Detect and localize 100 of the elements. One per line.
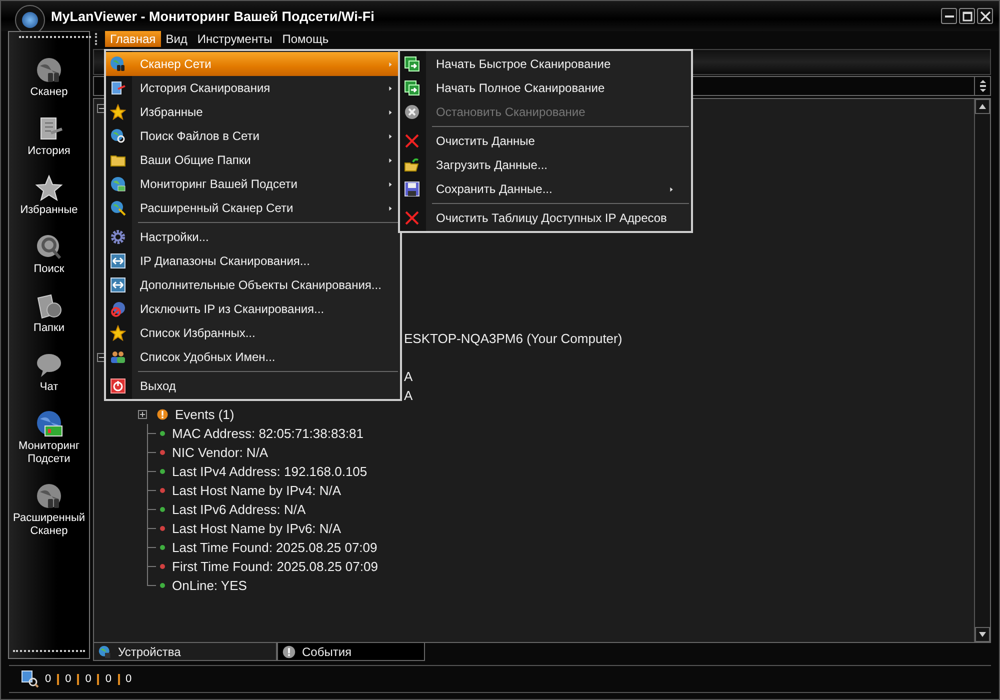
folder-arrow-icon — [404, 157, 420, 173]
menu-item[interactable]: Начать Полное Сканирование — [400, 76, 691, 100]
menu-item[interactable]: Избранные — [106, 100, 400, 124]
sidebar-item-label[interactable]: Папки — [34, 322, 64, 335]
menu-item[interactable]: Список Удобных Имен... — [106, 345, 400, 369]
caret-down-icon — [979, 632, 986, 637]
menu-item[interactable]: Настройки... — [106, 225, 400, 249]
cross-icon — [404, 210, 420, 226]
tree-item-label[interactable]: Events (1) — [175, 407, 234, 422]
submenu-arrow-icon — [387, 84, 394, 92]
menu-item[interactable]: Загрузить Данные... — [400, 153, 691, 177]
submenu-arrow-icon — [387, 108, 394, 116]
people-icon — [110, 349, 126, 365]
globe-binoculars-icon — [110, 56, 126, 72]
close-icon — [980, 10, 990, 22]
scan-arrow-icon — [404, 80, 420, 96]
sidebar-item-label[interactable]: Поиск — [34, 263, 64, 276]
property-text: OnLine: YES — [172, 578, 247, 593]
gear-icon — [110, 229, 126, 245]
globe-network-card-icon[interactable] — [35, 410, 63, 438]
globe-icon — [110, 176, 126, 192]
star-icon — [110, 325, 126, 341]
menu-item[interactable]: Поиск Файлов в Сети — [106, 124, 400, 148]
document-icon — [110, 80, 126, 96]
menu-item[interactable]: Расширенный Сканер Сети — [106, 196, 400, 220]
menu-item[interactable]: Очистить Данные — [400, 129, 691, 153]
window-title: MyLanViewer - Мониторинг Вашей Подсети/Wi-Fi — [51, 8, 374, 24]
submenu-arrow-icon — [387, 60, 394, 68]
submenu-arrow-icon — [387, 204, 394, 212]
counter-value: 0 — [105, 673, 112, 685]
grip-handle-icon[interactable] — [95, 33, 99, 45]
sidebar-item-label[interactable]: Чат — [40, 381, 58, 394]
counter-value: 0 — [65, 673, 72, 685]
property-text: Last Host Name by IPv4: N/A — [172, 483, 342, 498]
tab[interactable]: События — [277, 643, 425, 661]
sidebar-item-label[interactable]: Избранные — [20, 204, 78, 217]
counter-value: 0 — [85, 673, 92, 685]
star-icon — [110, 104, 126, 120]
globe-magnifier-icon[interactable] — [35, 233, 63, 261]
scroll-down-button[interactable] — [975, 627, 990, 642]
menu-item[interactable]: IP Диапазоны Сканирования... — [106, 249, 400, 273]
submenu-arrow-icon — [387, 156, 394, 164]
menu-item[interactable]: Дополнительные Объекты Сканирования... — [106, 273, 400, 297]
computer-search-icon — [21, 670, 39, 688]
menu-bar-item[interactable]: Помощь — [277, 31, 334, 47]
minimize-icon — [944, 14, 954, 18]
property-text: Last IPv6 Address: N/A — [172, 502, 306, 517]
maximize-icon — [962, 10, 972, 22]
menu-item[interactable]: Мониторинг Вашей Подсети — [106, 172, 400, 196]
menu-item[interactable]: Список Избранных... — [106, 321, 400, 345]
tree-item-label[interactable]: ESKTOP-NQA3PM6 (Your Computer) — [404, 331, 622, 346]
tree-item-label[interactable]: A — [404, 388, 413, 403]
menu-item[interactable]: Очистить Таблицу Доступных IP Адресов — [400, 206, 691, 230]
exclamation-icon — [282, 644, 296, 658]
power-icon — [110, 378, 126, 394]
maximize-button[interactable] — [959, 8, 975, 24]
submenu-arrow-icon — [387, 180, 394, 188]
counter-value: 0 — [126, 673, 132, 685]
menu-item[interactable]: Сохранить Данные... — [400, 177, 691, 201]
sidebar-item-label[interactable]: Мониторинг Подсети — [9, 440, 89, 466]
tree-item-label[interactable]: A — [404, 369, 413, 384]
speech-bubble-icon[interactable] — [35, 351, 63, 379]
globe-magnifier-icon — [110, 128, 126, 144]
sidebar-item-label[interactable]: История — [28, 145, 70, 158]
counter-value: 0 — [45, 673, 52, 685]
menu-item[interactable]: История Сканирования — [106, 76, 400, 100]
submenu-arrow-icon — [387, 132, 394, 140]
cross-icon — [404, 133, 420, 149]
submenu-arrow-icon — [668, 186, 675, 192]
scan-arrow-icon — [404, 56, 420, 72]
globe-icon[interactable] — [35, 482, 63, 510]
sidebar-item-label[interactable]: Расширенный Сканер — [9, 512, 89, 538]
menu-item[interactable]: Ваши Общие Папки — [106, 148, 400, 172]
caret-up-icon — [979, 104, 986, 109]
close-button[interactable] — [977, 8, 993, 24]
globe-icon[interactable] — [35, 56, 63, 84]
menu-item[interactable]: Исключить IP из Сканирования... — [106, 297, 400, 321]
star-icon[interactable] — [35, 174, 63, 202]
tab[interactable]: Устройства — [93, 643, 277, 661]
property-text: First Time Found: 2025.08.25 07:09 — [172, 559, 378, 574]
property-text: NIC Vendor: N/A — [172, 445, 268, 460]
minimize-button[interactable] — [941, 8, 957, 24]
property-text: Last Host Name by IPv6: N/A — [172, 521, 342, 536]
property-text: Last IPv4 Address: 192.168.0.105 — [172, 464, 368, 479]
expand-icon[interactable] — [138, 410, 147, 419]
globe-icon — [98, 644, 112, 658]
property-text: Last Time Found: 2025.08.25 07:09 — [172, 540, 378, 555]
folder-globe-icon[interactable] — [35, 292, 63, 320]
globe-prohibited-icon — [110, 301, 126, 317]
exclamation-icon — [156, 408, 169, 421]
scrollbar[interactable] — [974, 99, 990, 642]
menu-bar-item[interactable]: Инструменты — [192, 31, 278, 47]
scroll-up-button[interactable] — [975, 99, 990, 114]
property-text: MAC Address: 82:05:71:38:83:81 — [172, 426, 364, 441]
sidebar-item-label[interactable]: Сканер — [30, 86, 68, 99]
menu-item[interactable]: Начать Быстрое Сканирование — [400, 52, 691, 76]
stop-icon — [404, 104, 420, 120]
menu-item[interactable]: Выход — [106, 374, 400, 398]
globe-key-icon — [110, 200, 126, 216]
menu-bar-item[interactable]: Вид — [160, 31, 192, 47]
